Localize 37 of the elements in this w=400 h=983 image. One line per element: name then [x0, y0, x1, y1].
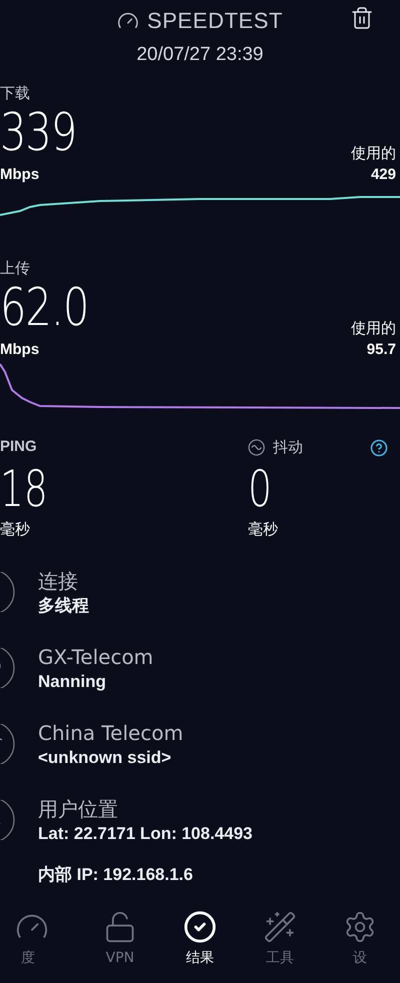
magic-wand-icon [263, 910, 297, 944]
speed-label: 上传 [0, 258, 31, 278]
info-value: Lat: 22.7171 Lon: 108.4493 [38, 823, 253, 845]
wave-icon [248, 439, 265, 456]
metric-label: PING [0, 437, 37, 458]
data-used-label: 使用的 [351, 318, 396, 338]
nav-tab[interactable]: 结果 [160, 910, 240, 969]
info-value: Nanning [38, 671, 107, 693]
info-title: GX-Telecom [38, 644, 154, 670]
metric-value: 0 [248, 460, 273, 518]
nav-tab[interactable]: 工具 [240, 910, 320, 969]
info-title: China Telecom [38, 720, 184, 746]
internal-ip: 内部 IP: 192.168.1.6 [38, 864, 194, 886]
data-used-label: 使用的 [351, 142, 396, 164]
metric-unit: 毫秒 [248, 518, 279, 540]
info-value: 多线程 [38, 595, 89, 617]
nav-tab[interactable]: 设 [320, 910, 400, 969]
speed-unit: Mbps [0, 165, 40, 185]
nav-tab[interactable]: 度 [0, 910, 80, 969]
app-title: SPEEDTEST [147, 7, 283, 35]
data-used-value: 429 [370, 165, 396, 185]
data-used-value: 95.7 [366, 340, 396, 360]
speed-value: 339 [0, 104, 76, 162]
test-datetime: 20/07/27 23:39 [136, 43, 264, 67]
speed-value: 62.0 [0, 279, 88, 337]
info-value: <unknown ssid> [38, 747, 172, 769]
speed-unit: Mbps [0, 340, 40, 360]
speed-label: 下载 [0, 82, 31, 104]
help-icon [370, 438, 388, 456]
metric-unit: 毫秒 [0, 518, 31, 540]
check-circle-icon [183, 910, 217, 944]
info-title: 用户位置 [38, 796, 119, 822]
nav-tab[interactable]: VPN [80, 910, 160, 969]
info-title: 连接 [38, 568, 79, 594]
metric-label: 抖动 [273, 437, 303, 458]
delete-button[interactable] [350, 6, 374, 30]
metric-value: 18 [0, 460, 49, 518]
